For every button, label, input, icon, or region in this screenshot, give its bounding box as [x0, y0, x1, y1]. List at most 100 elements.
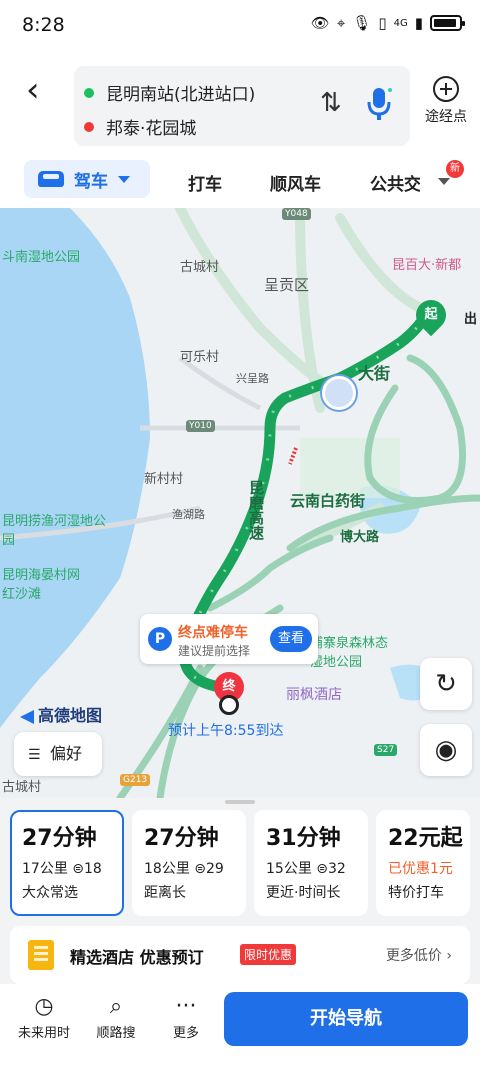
battery-icon — [430, 15, 465, 31]
map-label-kele: 可乐村 — [180, 350, 220, 365]
more-button[interactable]: ··· 更多 — [154, 992, 218, 1041]
destination-row[interactable]: 邦泰·花园城 — [84, 114, 196, 139]
map-label-boda: 博大路 — [340, 530, 380, 545]
origin-row[interactable]: 昆明南站(北进站口) — [84, 80, 255, 105]
map-label-exit: 出 — [464, 312, 478, 327]
chevron-right-icon: › — [446, 948, 452, 964]
voice-icon[interactable] — [364, 84, 394, 124]
status-bar: 8:28 👁 ⌖ 🎙 ▯ 4G ▮ — [0, 0, 480, 52]
map-label-dajie: 大街 — [358, 364, 391, 383]
future-time-label: 未来用时 — [17, 1026, 70, 1041]
route-tag: 距离长 — [144, 885, 186, 901]
map-view[interactable]: 斗南湿地公园 古城村 呈贡区 昆百大·新都 可乐村 兴呈路 新村村 渔湖路 昆明… — [0, 208, 480, 798]
route-tag: 大众常选 — [22, 885, 78, 901]
map-label-xincun: 新村村 — [144, 472, 184, 487]
start-marker-label: 起 — [424, 307, 438, 322]
map-label-pukan: 浦寨泉森林态湿地公园 — [310, 636, 389, 670]
locate-icon: ◉ — [434, 735, 458, 765]
parking-title: 终点难停车 — [178, 625, 248, 641]
route-tag: 更近·时间长 — [266, 885, 341, 901]
map-label-haiyan: 昆明海晏村网红沙滩 — [2, 568, 81, 602]
traffic-light-icon: ⊜ — [316, 861, 329, 877]
waypoint-label: 途经点 — [425, 109, 467, 125]
origin-text: 昆明南站(北进站口) — [106, 85, 256, 105]
road-shield-g213: G213 — [120, 774, 151, 786]
search-along-button[interactable]: ⌕ 顺路搜 — [84, 992, 148, 1041]
road-shield-s27: S27 — [374, 744, 398, 756]
refresh-route-button[interactable]: ↻ — [420, 658, 472, 710]
traffic-segment — [288, 447, 298, 465]
end-ring-icon — [219, 695, 239, 715]
sliders-icon: ☰ — [28, 747, 41, 763]
more-modes-icon[interactable] — [438, 178, 450, 185]
more-dots-icon: ··· — [175, 994, 197, 1019]
map-label-chenggong: 呈贡区 — [264, 276, 310, 294]
mode-drive-label: 驾车 — [74, 171, 108, 192]
route-distance: 18公里 ⊜29 — [144, 861, 224, 877]
add-waypoint-button[interactable]: 途经点 — [420, 76, 472, 126]
swap-icon[interactable]: ⇅ — [320, 88, 342, 118]
route-card-2[interactable]: 27分钟 18公里 ⊜29 距离长 — [132, 810, 246, 916]
hotel-icon — [28, 940, 54, 970]
eye-icon: 👁 — [310, 14, 330, 32]
more-label: 更多 — [172, 1026, 199, 1041]
network-label: 4G — [393, 17, 408, 29]
destination-text: 邦泰·花园城 — [106, 119, 197, 139]
mode-carpool-tab[interactable]: 顺风车 — [270, 170, 321, 195]
map-label-kunmo: 昆磨高速 — [247, 480, 265, 540]
mic-icon: 🎙 — [352, 14, 372, 32]
plus-icon — [433, 76, 459, 102]
parking-subtitle: 建议提前选择 — [178, 644, 251, 658]
lake-water — [0, 208, 150, 728]
preference-label: 偏好 — [50, 744, 83, 763]
hotel-banner[interactable]: 精选酒店 优惠预订 限时优惠 更多低价 › — [10, 926, 470, 984]
chevron-down-icon — [118, 175, 130, 183]
traffic-light-icon: ⊜ — [194, 861, 207, 877]
search-icon: ⌕ — [109, 994, 123, 1019]
drag-handle[interactable] — [225, 800, 255, 804]
route-duration: 31分钟 — [266, 826, 341, 851]
route-card-3[interactable]: 31分钟 15公里 ⊜32 更近·时间长 — [254, 810, 368, 916]
search-along-label: 顺路搜 — [96, 1026, 136, 1041]
route-card-taxi[interactable]: 22元起 已优惠1元 特价打车 — [376, 810, 470, 916]
amap-logo-text: 高德地图 — [38, 706, 103, 725]
back-icon[interactable]: ‹ — [26, 70, 40, 110]
mode-drive-tab[interactable]: 驾车 — [24, 160, 150, 198]
map-label-kunbaida: 昆百大·新都 — [392, 258, 462, 273]
parking-tip-card[interactable]: P 终点难停车 建议提前选择 查看 — [140, 614, 318, 664]
map-label-gucheng: 古城村 — [180, 260, 220, 275]
route-options: 27分钟 17公里 ⊜18 大众常选 27分钟 18公里 ⊜29 距离长 31分… — [0, 810, 480, 918]
road-shield-y048: Y048 — [282, 208, 311, 220]
start-navigation-button[interactable]: 开始导航 — [224, 992, 468, 1046]
map-label-gucheng-2: 古城村 — [2, 780, 42, 795]
origin-dot-icon — [84, 87, 94, 98]
clock: 8:28 — [22, 14, 65, 36]
map-label-baiyao: 云南白药街 — [290, 492, 366, 510]
route-header: ‹ 昆明南站(北进站口) 邦泰·花园城 ⇅ 途经点 驾车 打车 顺风车 公共交 … — [0, 52, 480, 208]
route-card-1[interactable]: 27分钟 17公里 ⊜18 大众常选 — [10, 810, 124, 916]
hotel-title: 精选酒店 优惠预订 — [70, 948, 204, 967]
hotel-badge: 限时优惠 — [240, 944, 297, 965]
view-parking-button[interactable]: 查看 — [270, 626, 312, 652]
locate-button[interactable]: ◉ — [420, 724, 472, 776]
car-icon — [38, 171, 64, 187]
mode-taxi-tab[interactable]: 打车 — [188, 170, 222, 195]
route-duration: 27分钟 — [22, 826, 97, 851]
mode-transit-tab[interactable]: 公共交 — [370, 170, 420, 195]
taxi-price: 22元起 — [388, 826, 463, 851]
current-location-avatar[interactable] — [322, 376, 356, 410]
hotel-more-link[interactable]: 更多低价 › — [386, 945, 452, 965]
road-2 — [295, 208, 325, 413]
amap-logo-icon — [20, 709, 34, 724]
bottom-bar: ◷ 未来用时 ⌕ 顺路搜 ··· 更多 开始导航 — [0, 984, 480, 1067]
start-marker[interactable]: 起 — [409, 293, 453, 337]
clock-icon: ◷ — [34, 994, 54, 1019]
future-time-button[interactable]: ◷ 未来用时 — [12, 992, 76, 1041]
status-icons: 👁 ⌖ 🎙 ▯ 4G ▮ — [310, 14, 465, 32]
amap-logo: 高德地图 — [20, 702, 102, 726]
traffic-light-icon: ⊜ — [72, 861, 85, 877]
preference-button[interactable]: ☰ 偏好 — [14, 732, 102, 776]
road-shield-y010: Y010 — [186, 420, 215, 432]
route-duration: 27分钟 — [144, 826, 219, 851]
map-label-lifeng: 丽枫酒店 — [286, 687, 342, 703]
